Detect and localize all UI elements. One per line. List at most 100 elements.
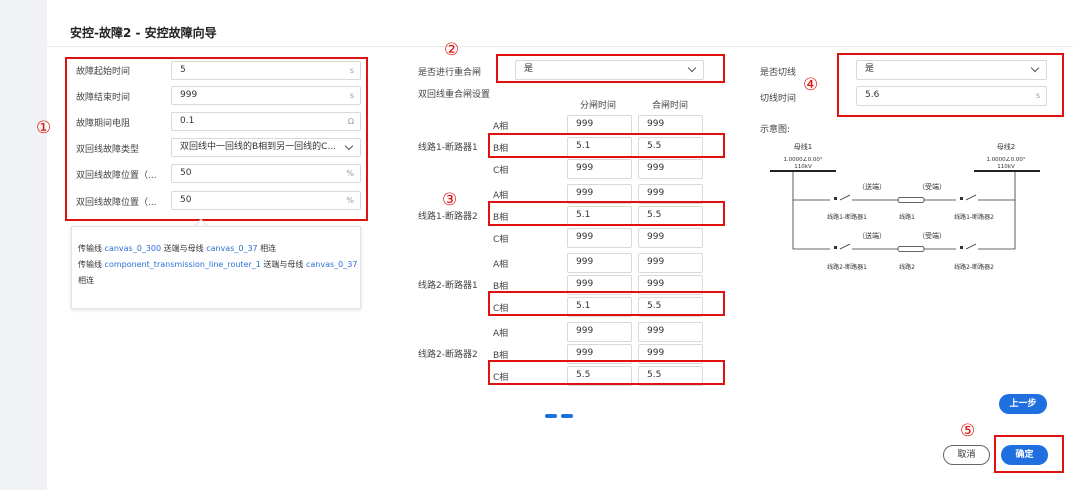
open-time-input[interactable]: 999	[567, 228, 632, 248]
open-time-input[interactable]: 999	[567, 322, 632, 342]
ok-button[interactable]: 确定	[1001, 445, 1048, 465]
l2b1-breaker-icon	[834, 246, 837, 249]
phase-label: A相	[493, 329, 509, 339]
open-time-input[interactable]: 5.1	[567, 206, 632, 226]
open-time-input[interactable]: 999	[567, 159, 632, 179]
fault-position-2-label: 双回线故障位置（...	[76, 198, 157, 208]
line2-label: 线路2	[899, 263, 915, 271]
close-time-input[interactable]: 5.5	[638, 297, 703, 317]
reclose-settings-title: 双回线重合闸设置	[418, 90, 491, 100]
l1b1-breaker-icon	[834, 197, 837, 200]
open-time-input[interactable]: 999	[567, 275, 632, 295]
annotation-marker-1: ①	[36, 118, 52, 138]
fault-resistance-input[interactable]: 0.1 Ω	[171, 112, 361, 131]
phase-label: B相	[493, 282, 509, 292]
line2-recv-label: （受端）	[918, 231, 946, 240]
l2b1-switch-icon	[839, 243, 851, 250]
open-time-input[interactable]: 999	[567, 115, 632, 135]
annotation-marker-4: ④	[803, 75, 819, 95]
diagram-label: 示意图:	[760, 125, 791, 135]
bus1-value: 1.0000∠0.00°	[783, 156, 822, 163]
line1-right-wire	[978, 171, 1016, 201]
fault-start-input[interactable]: 5s	[171, 61, 361, 80]
l2b2-switch-icon	[965, 243, 977, 250]
open-time-input[interactable]: 5.5	[567, 366, 632, 386]
phase-label: A相	[493, 260, 509, 270]
close-time-input[interactable]: 999	[638, 115, 703, 135]
col-open-time: 分闸时间	[580, 101, 617, 111]
cut-time-label: 切线时间	[760, 94, 797, 104]
bus2-value: 1.0000∠0.00°	[986, 156, 1025, 163]
group-name: 线路1-断路器1	[418, 143, 478, 153]
close-time-input[interactable]: 999	[638, 344, 703, 364]
title-divider	[47, 46, 1073, 47]
fault-position-1-label: 双回线故障位置（...	[76, 171, 157, 181]
close-time-input[interactable]: 999	[638, 322, 703, 342]
line2-send-label: （送端）	[858, 231, 886, 240]
note-line-2: 传输线 component_transmission_line_router_1…	[78, 260, 358, 285]
schematic-diagram: 母线1 1.0000∠0.00° 110kV 母线2 1.0000∠0.00° …	[770, 142, 1040, 271]
line1-left-wire	[792, 171, 830, 201]
bus1-label: 母线1	[794, 142, 812, 151]
open-time-input[interactable]: 5.1	[567, 137, 632, 157]
open-time-input[interactable]: 5.1	[567, 297, 632, 317]
phase-label: C相	[493, 304, 509, 314]
fault-position-1-input[interactable]: 50%	[171, 164, 361, 183]
carousel-dot-2[interactable]	[561, 414, 573, 418]
close-time-input[interactable]: 5.5	[638, 206, 703, 226]
annotation-marker-3: ③	[442, 190, 458, 210]
close-time-input[interactable]: 5.5	[638, 366, 703, 386]
line1-cable-icon	[897, 197, 925, 203]
close-time-input[interactable]: 5.5	[638, 137, 703, 157]
l2b1-label: 线路2-断路器1	[827, 263, 867, 271]
fault-end-label: 故障结束时间	[76, 93, 131, 103]
fault-type-label: 双回线故障类型	[76, 145, 140, 155]
carousel-dot-1[interactable]	[545, 414, 557, 418]
reclose-label: 是否进行重合闸	[418, 68, 482, 78]
fault-position-2-input[interactable]: 50%	[171, 191, 361, 210]
open-time-input[interactable]: 999	[567, 344, 632, 364]
chevron-down-icon	[344, 141, 354, 151]
l2b2-breaker-icon	[960, 246, 963, 249]
line2-cable-icon	[897, 246, 925, 252]
open-time-input[interactable]: 999	[567, 184, 632, 204]
prev-step-button[interactable]: 上一步	[999, 394, 1047, 414]
phase-label: B相	[493, 351, 509, 361]
l1b2-breaker-icon	[960, 197, 963, 200]
chevron-down-icon	[1030, 63, 1040, 73]
line1-send-label: （送端）	[858, 182, 886, 191]
close-time-input[interactable]: 999	[638, 159, 703, 179]
bus2-kv: 110kV	[997, 164, 1015, 170]
note-line-1: 传输线 canvas_0_300 送端与母线 canvas_0_37 相连	[78, 244, 277, 253]
group-name: 线路1-断路器2	[418, 212, 478, 222]
phase-label: A相	[493, 191, 509, 201]
phase-label: C相	[493, 235, 509, 245]
open-time-input[interactable]: 999	[567, 253, 632, 273]
fault-resistance-label: 故障期间电阻	[76, 119, 131, 129]
l1b1-switch-icon	[839, 194, 851, 201]
fault-end-input[interactable]: 999 s	[171, 86, 361, 105]
close-time-input[interactable]: 999	[638, 275, 703, 295]
fault-type-select[interactable]: 双回线中一回线的B相到另一回线的C...	[171, 138, 361, 157]
cut-line-label: 是否切线	[760, 68, 797, 78]
bus2-label: 母线2	[997, 142, 1015, 151]
chevron-down-icon	[687, 63, 697, 73]
phase-label: B相	[493, 213, 509, 223]
cancel-button[interactable]: 取消	[943, 445, 990, 465]
line2-left-wire	[792, 200, 830, 250]
l1b2-switch-icon	[965, 194, 977, 201]
col-close-time: 合闸时间	[652, 101, 689, 111]
line1-recv-label: （受端）	[918, 182, 946, 191]
close-time-input[interactable]: 999	[638, 253, 703, 273]
phase-label: B相	[493, 144, 509, 154]
fault-start-label: 故障起始时间	[76, 67, 131, 77]
reclose-select[interactable]: 是	[515, 60, 704, 80]
cut-time-input[interactable]: 5.6 s	[856, 86, 1047, 106]
l2b2-label: 线路2-断路器2	[954, 263, 994, 271]
phase-label: C相	[493, 373, 509, 383]
cut-line-select[interactable]: 是	[856, 60, 1047, 80]
l1b2-label: 线路1-断路器2	[954, 213, 994, 221]
annotation-marker-5: ⑤	[960, 421, 976, 441]
close-time-input[interactable]: 999	[638, 228, 703, 248]
close-time-input[interactable]: 999	[638, 184, 703, 204]
